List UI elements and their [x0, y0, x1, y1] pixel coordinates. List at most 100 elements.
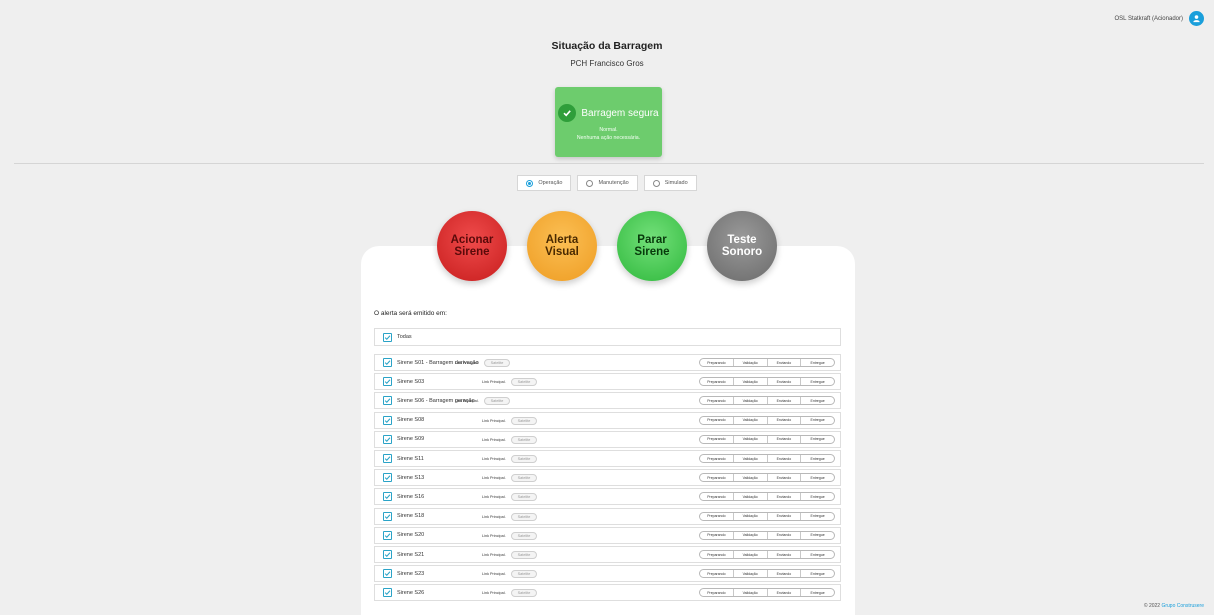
- siren-row[interactable]: Sirene S08 Link Principal. Satelite Prepara…: [374, 411, 841, 429]
- satellite-toggle[interactable]: Satelite: [510, 435, 538, 444]
- satellite-toggle[interactable]: Satelite: [510, 455, 538, 463]
- siren-row[interactable]: Sirene S11 Link Principal. Satelite Prepara…: [374, 450, 841, 467]
- checkbox-checked-icon[interactable]: [383, 588, 392, 598]
- progress-step: Validação: [734, 589, 768, 597]
- siren-row[interactable]: Sirene S06 - Barragem geração Link Princi…: [374, 392, 841, 410]
- satellite-toggle[interactable]: Satelite: [510, 531, 538, 540]
- checkbox-checked-icon[interactable]: [383, 377, 392, 387]
- siren-row[interactable]: Sirene S16 Link Principal. Satelite Prepara…: [374, 488, 841, 506]
- sound-test-button[interactable]: Teste Sonoro: [707, 211, 777, 281]
- delivery-progress: Preparando Validação Enviando Entregue: [699, 377, 835, 387]
- progress-step: Entregue: [810, 379, 825, 384]
- button-line: Acionar: [450, 234, 494, 246]
- progress-step: Validação: [734, 378, 768, 386]
- siren-row[interactable]: Sirene S18 Link Principal. Satelite Prepara…: [374, 507, 841, 525]
- checkbox-checked-icon[interactable]: [383, 530, 392, 540]
- satellite-toggle[interactable]: Satelite: [510, 416, 538, 425]
- progress-step: Validação: [734, 397, 768, 405]
- check-circle-icon: [558, 104, 577, 122]
- siren-row[interactable]: Sirene S09 Link Principal. Satelite Prepara…: [374, 430, 841, 448]
- radio-selected-icon[interactable]: [526, 179, 534, 187]
- satellite-toggle[interactable]: Satelite: [510, 589, 538, 598]
- stop-siren-button[interactable]: Parar Sirene: [617, 211, 687, 281]
- siren-row[interactable]: Sirene S20 Link Principal. Satelite Prepara…: [374, 526, 841, 544]
- progress-step: Entregue: [810, 418, 825, 423]
- siren-row[interactable]: Sirene S03 Link Principal. Satelite Prepara…: [374, 373, 841, 391]
- progress-step: Enviando: [768, 455, 802, 462]
- mode-operacao[interactable]: Operação: [517, 175, 572, 191]
- siren-row[interactable]: Sirene S13 Link Principal. Satelite Prepara…: [374, 469, 841, 487]
- siren-name: Sirene S11: [397, 455, 424, 462]
- checkbox-checked-icon[interactable]: [383, 550, 392, 559]
- link-status: Link Principal. Satelite: [482, 589, 538, 598]
- checkbox-checked-icon[interactable]: [383, 415, 392, 425]
- progress-step: Entregue: [810, 437, 825, 442]
- progress-step: Validação: [734, 455, 768, 462]
- siren-row[interactable]: Sirene S01 - Barragem derivação Link Prin…: [374, 354, 841, 371]
- checkbox-checked-icon[interactable]: [383, 358, 392, 367]
- checkbox-checked-icon[interactable]: [383, 332, 392, 342]
- delivery-progress: Preparando Validação Enviando Entregue: [699, 454, 835, 463]
- link-main-label: Link Principal.: [482, 437, 506, 442]
- status-line-2: Nenhuma ação necessária.: [576, 135, 641, 141]
- footer: © 2022 Grupo Construsere: [1144, 603, 1204, 609]
- checkbox-checked-icon[interactable]: [383, 492, 392, 502]
- link-main-label: Link Principal.: [455, 399, 479, 404]
- checkbox-checked-icon[interactable]: [383, 454, 392, 463]
- link-main-label: Link Principal.: [455, 361, 479, 365]
- satellite-toggle[interactable]: Satelite: [510, 551, 538, 559]
- progress-step: Enviando: [768, 570, 802, 578]
- progress-step: Validação: [734, 416, 768, 424]
- trigger-siren-button[interactable]: Acionar Sirene: [437, 211, 507, 281]
- visual-alert-button[interactable]: Alerta Visual: [527, 211, 597, 281]
- siren-name: Sirene S09: [397, 436, 425, 443]
- link-status: Link Principal. Satelite: [455, 397, 511, 406]
- mode-manutencao[interactable]: Manutenção: [577, 175, 638, 191]
- checkbox-checked-icon[interactable]: [383, 473, 392, 483]
- delivery-progress: Preparando Validação Enviando Entregue: [699, 415, 835, 425]
- delivery-progress: Preparando Validação Enviando Entregue: [699, 569, 835, 579]
- mode-simulado[interactable]: Simulado: [643, 175, 697, 191]
- link-main-label: Link Principal.: [482, 591, 506, 596]
- progress-step: Preparando: [700, 589, 734, 597]
- user-icon[interactable]: [1189, 11, 1204, 26]
- satellite-toggle[interactable]: Satelite: [483, 397, 511, 406]
- satellite-toggle[interactable]: Satelite: [510, 474, 538, 483]
- siren-row[interactable]: Sirene S23 Link Principal. Satelite Prepara…: [374, 565, 841, 583]
- progress-step: Entregue: [810, 590, 825, 595]
- progress-step: Preparando: [700, 397, 734, 405]
- brand-link[interactable]: Grupo Construsere: [1161, 603, 1204, 609]
- checkbox-checked-icon[interactable]: [383, 396, 392, 406]
- checkbox-checked-icon[interactable]: [383, 569, 392, 579]
- progress-step: Preparando: [700, 455, 734, 462]
- siren-row[interactable]: Sirene S21 Link Principal. Satelite Prepara…: [374, 546, 841, 563]
- radio-icon[interactable]: [586, 179, 594, 187]
- select-all-row[interactable]: Todas: [374, 328, 841, 346]
- progress-step: Validação: [734, 551, 768, 558]
- satellite-toggle[interactable]: Satelite: [510, 493, 538, 502]
- progress-step: Enviando: [768, 551, 802, 558]
- radio-icon[interactable]: [652, 179, 660, 187]
- checkbox-checked-icon[interactable]: [383, 434, 392, 444]
- satellite-toggle[interactable]: Satelite: [510, 378, 538, 387]
- button-line: Parar: [637, 234, 667, 246]
- status-heading: Barragem segura: [581, 107, 659, 119]
- progress-step: Enviando: [768, 589, 802, 597]
- satellite-toggle[interactable]: Satelite: [510, 512, 538, 521]
- copyright: © 2022: [1143, 603, 1161, 609]
- link-status: Link Principal. Satelite: [482, 493, 538, 502]
- checkbox-checked-icon[interactable]: [383, 511, 392, 521]
- progress-step: Validação: [734, 531, 768, 539]
- progress-step: Entregue: [810, 456, 825, 461]
- user-menu[interactable]: OSL Statkraft (Acionador): [1115, 11, 1204, 26]
- progress-step: Validação: [734, 435, 768, 443]
- link-main-label: Link Principal.: [482, 476, 506, 481]
- link-status: Link Principal. Satelite: [482, 416, 538, 425]
- satellite-toggle[interactable]: Satelite: [483, 359, 511, 367]
- link-main-label: Link Principal.: [482, 380, 506, 385]
- progress-step: Enviando: [768, 378, 802, 386]
- delivery-progress: Preparando Validação Enviando Entregue: [699, 434, 835, 444]
- siren-row[interactable]: Sirene S26 Link Principal. Satelite Prepara…: [374, 584, 841, 602]
- siren-name: Sirene S21: [397, 551, 425, 558]
- satellite-toggle[interactable]: Satelite: [510, 570, 538, 579]
